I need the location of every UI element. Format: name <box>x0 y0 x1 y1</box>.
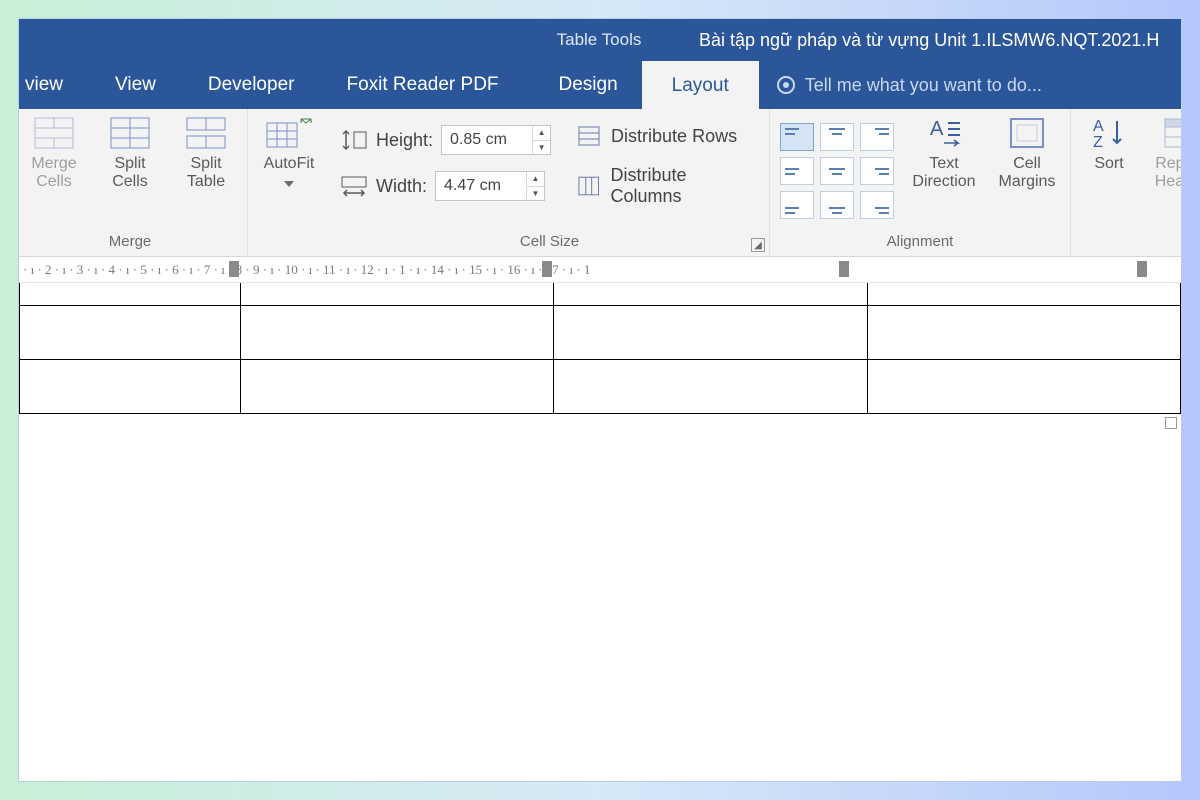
distribute-columns-button[interactable]: Distribute Columns <box>577 165 759 207</box>
align-top-center[interactable] <box>820 123 854 151</box>
align-top-right[interactable] <box>860 123 894 151</box>
distribute-rows-icon <box>577 125 601 147</box>
spin-down-icon[interactable]: ▼ <box>527 187 544 201</box>
word-window: Table Tools Bài tập ngữ pháp và từ vựng … <box>18 18 1182 782</box>
align-middle-right[interactable] <box>860 157 894 185</box>
column-marker[interactable] <box>229 261 239 277</box>
width-spinner[interactable]: ▲ ▼ <box>526 172 544 200</box>
tab-view[interactable]: View <box>89 61 182 109</box>
align-bottom-right[interactable] <box>860 191 894 219</box>
distribute-rows-button[interactable]: Distribute Rows <box>577 125 759 147</box>
align-bottom-left[interactable] <box>780 191 814 219</box>
column-marker[interactable] <box>542 261 552 277</box>
document-table[interactable] <box>19 283 1181 414</box>
group-label-cell-size: Cell Size <box>340 231 759 254</box>
column-marker[interactable] <box>839 261 849 277</box>
group-label-merge: Merge <box>23 231 237 254</box>
svg-text:Z: Z <box>1093 134 1103 151</box>
tab-foxit-reader-pdf[interactable]: Foxit Reader PDF <box>320 61 524 109</box>
column-marker[interactable] <box>1137 261 1147 277</box>
align-top-left[interactable] <box>780 123 814 151</box>
ribbon: Merge Cells Split Cells <box>19 109 1181 257</box>
split-table-icon <box>186 115 226 151</box>
split-cells-button[interactable]: Split Cells <box>99 115 161 192</box>
height-label: Height: <box>376 130 433 151</box>
document-area[interactable] <box>19 283 1181 781</box>
table-resize-handle[interactable] <box>1165 417 1177 429</box>
width-label: Width: <box>376 176 427 197</box>
column-width-icon <box>340 175 368 197</box>
svg-text:A: A <box>930 118 944 140</box>
sort-button[interactable]: A Z Sort <box>1081 115 1137 173</box>
tell-me-placeholder: Tell me what you want to do... <box>805 75 1042 96</box>
height-spinner[interactable]: ▲ ▼ <box>532 126 550 154</box>
width-input[interactable]: 4.47 cm ▲ ▼ <box>435 171 545 201</box>
row-height-icon <box>340 129 368 151</box>
tab-design[interactable]: Design <box>535 61 642 109</box>
horizontal-ruler[interactable]: · ı · 2 · ı · 3 · ı · 4 · ı · 5 · ı · 6 … <box>19 257 1181 283</box>
merge-cells-button[interactable]: Merge Cells <box>23 115 85 192</box>
align-bottom-center[interactable] <box>820 191 854 219</box>
ruler-ticks-text: · ı · 2 · ı · 3 · ı · 4 · ı · 5 · ı · 6 … <box>19 262 590 278</box>
group-label-alignment: Alignment <box>780 231 1060 254</box>
align-middle-left[interactable] <box>780 157 814 185</box>
merge-cells-icon <box>34 115 74 151</box>
autofit-icon <box>265 115 313 151</box>
ribbon-tabs: view View Developer Foxit Reader PDF Des… <box>19 61 1181 109</box>
contextual-tab-label: Table Tools <box>509 19 689 61</box>
spin-up-icon[interactable]: ▲ <box>527 172 544 187</box>
cell-size-dialog-launcher[interactable]: ◢ <box>751 238 765 252</box>
sort-icon: A Z <box>1089 115 1129 151</box>
document-title: Bài tập ngữ pháp và từ vựng Unit 1.ILSMW… <box>689 19 1181 61</box>
split-cells-icon <box>110 115 150 151</box>
tell-me-search[interactable]: Tell me what you want to do... <box>759 61 1181 109</box>
repeat-header-rows-button[interactable]: Repeat Header <box>1151 115 1182 192</box>
svg-text:A: A <box>1093 118 1104 135</box>
align-middle-center[interactable] <box>820 157 854 185</box>
text-direction-button[interactable]: A Text Direction <box>908 115 980 192</box>
split-table-button[interactable]: Split Table <box>175 115 237 192</box>
title-bar: Table Tools Bài tập ngữ pháp và từ vựng … <box>19 19 1181 61</box>
cell-margins-icon <box>1007 115 1047 151</box>
repeat-header-icon <box>1161 115 1182 151</box>
height-input[interactable]: 0.85 cm ▲ ▼ <box>441 125 551 155</box>
tab-review-partial[interactable]: view <box>19 61 89 109</box>
cell-margins-button[interactable]: Cell Margins <box>994 115 1060 192</box>
autofit-button[interactable]: AutoFit <box>258 115 320 187</box>
lightbulb-icon <box>777 76 795 94</box>
distribute-columns-icon <box>577 175 600 197</box>
alignment-grid <box>780 115 894 219</box>
spin-up-icon[interactable]: ▲ <box>533 126 550 141</box>
text-direction-icon: A <box>924 115 964 151</box>
spin-down-icon[interactable]: ▼ <box>533 141 550 155</box>
chevron-down-icon <box>284 181 294 187</box>
tab-developer[interactable]: Developer <box>182 61 321 109</box>
tab-layout[interactable]: Layout <box>642 61 759 109</box>
